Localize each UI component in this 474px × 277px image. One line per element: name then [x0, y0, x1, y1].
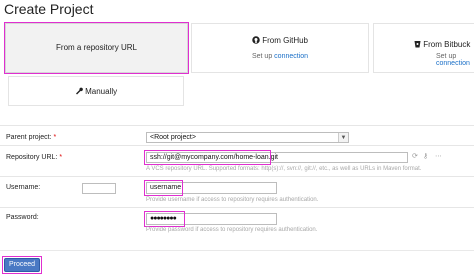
password-input[interactable]: ●●●●●●●● [146, 213, 277, 225]
password-hint: Provide password if access to repository… [146, 227, 318, 233]
github-setup-text: Set up connection [192, 53, 368, 60]
parent-project-select[interactable]: <Root project> ▼ [146, 132, 349, 143]
repository-url-input[interactable]: ssh://git@mycompany.com/home-loan.git [146, 152, 408, 163]
proceed-button[interactable]: Proceed [4, 258, 40, 272]
from-bitbucket-card[interactable]: From Bitbuck Set up connection [373, 23, 474, 73]
refresh-icon[interactable]: ⟳ [412, 152, 418, 160]
from-bitbucket-title: From Bitbuck [414, 40, 474, 49]
bitbucket-icon [414, 40, 423, 49]
key-icon[interactable]: ⚷ [423, 152, 428, 160]
repository-url-value: ssh://git@mycompany.com/home-loan.git [150, 154, 278, 161]
form-divider-3 [0, 207, 474, 208]
username-label: Username: [6, 184, 41, 191]
wrench-icon [75, 87, 85, 96]
from-repository-url-label: From a repository URL [56, 43, 137, 52]
from-github-card[interactable]: From GitHub Set up connection [191, 23, 369, 73]
share-icon[interactable]: ⋯ [435, 152, 442, 160]
form-divider-1 [0, 145, 474, 146]
from-bitbucket-label: From Bitbuck [423, 40, 471, 49]
manually-title: Manually [9, 87, 183, 96]
password-value: ●●●●●●●● [150, 215, 177, 222]
username-hint: Provide username if access to repository… [146, 197, 319, 203]
username-input[interactable]: username [146, 182, 277, 194]
form-divider-2 [0, 176, 474, 177]
manually-label: Manually [85, 87, 118, 96]
username-autofill-field[interactable] [82, 183, 116, 194]
from-repository-url-card[interactable]: From a repository URL [5, 23, 188, 73]
repository-url-hint: A VCS repository URL. Supported formats:… [146, 166, 422, 172]
bitbucket-setup-prefix: Set up [436, 53, 457, 60]
bitbucket-setup-text: Set up connection [436, 53, 474, 67]
manually-card[interactable]: Manually [8, 76, 184, 106]
footer-divider [0, 250, 474, 251]
username-value: username [150, 184, 182, 191]
github-setup-prefix: Set up [251, 53, 273, 60]
form-divider-top [0, 125, 474, 126]
parent-project-label-text: Parent project: [6, 134, 52, 141]
from-github-title: From GitHub [192, 36, 368, 45]
password-label: Password: [6, 214, 39, 221]
bitbucket-connection-link[interactable]: connection [436, 60, 470, 67]
parent-project-value: <Root project> [150, 134, 196, 141]
chevron-down-icon[interactable]: ▼ [338, 133, 348, 142]
github-icon [252, 36, 262, 45]
required-marker: * [59, 154, 63, 161]
from-github-label: From GitHub [262, 36, 309, 45]
required-marker: * [53, 134, 57, 141]
repository-url-label: Repository URL: * [6, 154, 62, 161]
github-connection-link[interactable]: connection [274, 53, 308, 60]
repository-url-label-text: Repository URL: [6, 154, 58, 161]
parent-project-label: Parent project: * [6, 134, 56, 141]
page-title: Create Project [4, 1, 94, 17]
